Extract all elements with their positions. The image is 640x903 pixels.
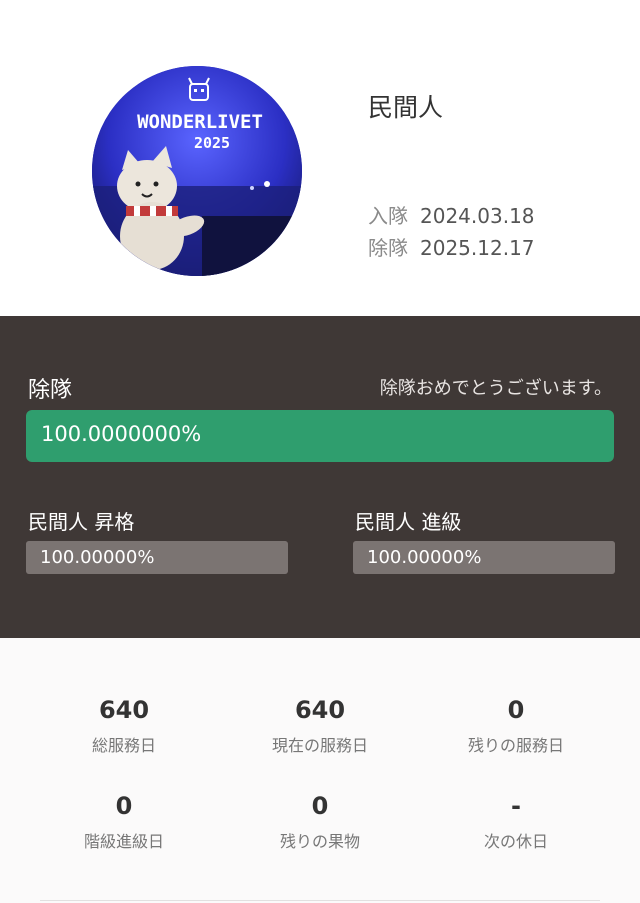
stat-value: - [511, 792, 521, 820]
stat-remaining-fruit: 0 残りの果物 [220, 792, 420, 852]
stat-total-service-days: 640 総服務日 [24, 696, 224, 756]
stat-next-holiday: - 次の休日 [416, 792, 616, 852]
stat-label: 残りの果物 [279, 832, 360, 851]
stat-label: 次の休日 [483, 832, 548, 851]
main-progress-label: 除隊 [28, 378, 73, 403]
stat-label: 残りの服務日 [467, 736, 564, 755]
promotion-progress-bar: 100.00000% [26, 541, 288, 574]
advance-progress-bar: 100.00000% [353, 541, 615, 574]
stat-value: 640 [98, 696, 150, 724]
rank-title: 民間人 [368, 93, 444, 122]
stat-label: 総服務日 [91, 736, 156, 755]
stat-remaining-service-days: 0 残りの服務日 [416, 696, 616, 756]
stats-section: 640 総服務日 640 現在の服務日 0 残りの服務日 0 階級進級日 0 残… [0, 638, 640, 903]
avatar-image: WONDERLIVET 2025 [92, 66, 302, 276]
stat-value: 0 [115, 792, 133, 820]
advance-progress-value: 100.00000% [367, 547, 482, 568]
stat-label: 階級進級日 [83, 832, 164, 851]
main-progress-value: 100.0000000% [41, 422, 202, 446]
divider [40, 900, 600, 901]
progress-panel: 除隊 除隊おめでとうございます。 100.0000000% 民間人 昇格 100… [0, 316, 640, 638]
discharge-row: 除隊 2025.12.17 [368, 232, 535, 261]
enlist-label: 入隊 [368, 204, 408, 228]
stat-value: 0 [507, 696, 525, 724]
enlist-row: 入隊 2024.03.18 [368, 200, 535, 229]
stat-rank-promotion-days: 0 階級進級日 [24, 792, 224, 852]
stat-value: 0 [311, 792, 329, 820]
avatar-text-1: WONDERLIVET [137, 111, 263, 133]
stat-current-service-days: 640 現在の服務日 [220, 696, 420, 756]
avatar-text-2: 2025 [194, 134, 230, 152]
profile-avatar[interactable]: WONDERLIVET 2025 [92, 66, 302, 276]
promotion-label: 民間人 昇格 [28, 510, 135, 534]
discharge-date: 2025.12.17 [420, 236, 535, 260]
main-progress-bar: 100.0000000% [26, 410, 614, 462]
stat-value: 640 [294, 696, 346, 724]
discharge-label: 除隊 [368, 236, 408, 260]
congrats-message: 除隊おめでとうございます。 [379, 378, 612, 399]
profile-header: WONDERLIVET 2025 民間人 入隊 2024.03.18 除隊 2025… [0, 0, 640, 316]
enlist-date: 2024.03.18 [420, 204, 535, 228]
stat-label: 現在の服務日 [271, 736, 368, 755]
promotion-progress-value: 100.00000% [40, 547, 155, 568]
advance-label: 民間人 進級 [355, 510, 462, 534]
